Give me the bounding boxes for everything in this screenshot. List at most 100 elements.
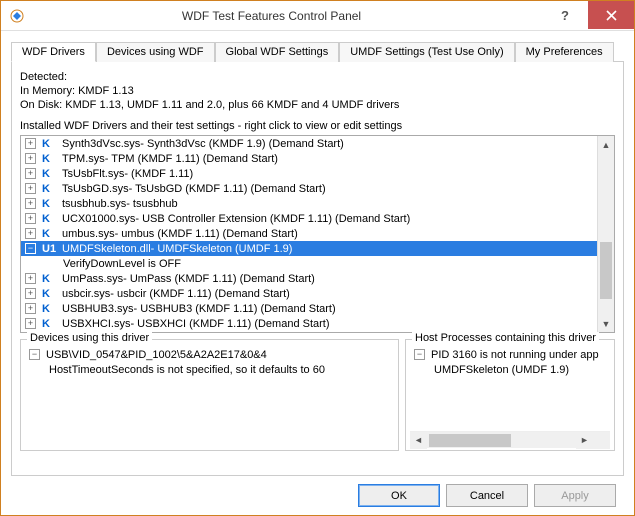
scroll-thumb[interactable] (600, 242, 612, 299)
host-processes-group: Host Processes containing this driver − … (405, 339, 615, 451)
detected-line: Detected: (20, 70, 615, 84)
tree-row[interactable]: − USB\VID_0547&PID_1002\5&A2A2E17&0&4 (27, 348, 392, 363)
vertical-scrollbar[interactable]: ▲ ▼ (597, 136, 614, 332)
ok-button[interactable]: OK (358, 484, 440, 507)
driver-text: VerifyDownLevel is OFF (63, 258, 181, 270)
driver-type-badge: K (42, 288, 62, 300)
driver-type-badge: K (42, 303, 62, 315)
expand-icon[interactable]: + (25, 168, 36, 179)
driver-type-badge: K (42, 318, 62, 330)
tree-row[interactable]: −U1UMDFSkeleton.dll- UMDFSkeleton (UMDF … (21, 241, 597, 256)
tab-devices-using-wdf[interactable]: Devices using WDF (96, 42, 215, 62)
devices-tree[interactable]: − USB\VID_0547&PID_1002\5&A2A2E17&0&4 Ho… (27, 346, 392, 446)
scroll-thumb-h[interactable] (429, 434, 511, 447)
device-detail: HostTimeoutSeconds is not specified, so … (49, 363, 325, 378)
tab-strip: WDF Drivers Devices using WDF Global WDF… (11, 41, 624, 62)
driver-type-badge: K (42, 183, 62, 195)
driver-text: usbcir.sys- usbcir (KMDF 1.11) (Demand S… (62, 288, 290, 300)
expand-icon[interactable]: + (25, 288, 36, 299)
tree-row[interactable]: + Kusbcir.sys- usbcir (KMDF 1.11) (Demand… (21, 286, 597, 301)
tab-wdf-drivers[interactable]: WDF Drivers (11, 42, 96, 62)
driver-text: tsusbhub.sys- tsusbhub (62, 198, 178, 210)
scroll-up-button[interactable]: ▲ (598, 136, 614, 153)
caption-buttons: ? (542, 1, 634, 30)
tree-row[interactable]: + KUSBXHCI.sys- USBXHCI (KMDF 1.11) (Dema… (21, 316, 597, 331)
hosts-tree[interactable]: − PID 3160 is not running under app UMDF… (412, 346, 608, 428)
scroll-down-button[interactable]: ▼ (598, 315, 614, 332)
apply-button: Apply (534, 484, 616, 507)
scroll-right-button[interactable]: ► (576, 432, 593, 449)
devices-legend: Devices using this driver (27, 332, 152, 344)
titlebar[interactable]: WDF Test Features Control Panel ? (1, 1, 634, 31)
expand-icon[interactable]: + (25, 213, 36, 224)
scroll-corner (593, 432, 610, 449)
host-line: PID 3160 is not running under app (431, 348, 599, 363)
tree-row[interactable]: + KTsUsbGD.sys- TsUsbGD (KMDF 1.11) (Dema… (21, 181, 597, 196)
devices-group: Devices using this driver − USB\VID_0547… (20, 339, 399, 451)
hosts-legend: Host Processes containing this driver (412, 332, 599, 344)
detected-line: In Memory: KMDF 1.13 (20, 84, 615, 98)
expand-icon[interactable]: + (25, 303, 36, 314)
driver-type-badge: K (42, 168, 62, 180)
driver-tree-rows: +KSynth3dVsc.sys- Synth3dVsc (KMDF 1.9) … (21, 136, 597, 332)
driver-text: TsUsbFlt.sys- (KMDF 1.11) (62, 168, 193, 180)
expand-icon[interactable]: + (25, 273, 36, 284)
tab-panel: Detected: In Memory: KMDF 1.13 On Disk: … (11, 62, 624, 476)
tree-row[interactable]: HostTimeoutSeconds is not specified, so … (27, 363, 392, 378)
tree-row[interactable]: + KUCX01000.sys- USB Controller Extension… (21, 211, 597, 226)
scroll-track[interactable] (598, 153, 614, 315)
driver-type-badge: K (42, 273, 62, 285)
expand-icon[interactable]: + (25, 198, 36, 209)
tree-row[interactable]: + KTsUsbFlt.sys- (KMDF 1.11) (21, 166, 597, 181)
tree-row[interactable]: + KSynth3dVsc.sys- Synth3dVsc (KMDF 1.9) … (21, 136, 597, 151)
help-button[interactable]: ? (542, 1, 588, 29)
driver-type-badge: U1 (42, 243, 62, 255)
driver-text: UMDFSkeleton.dll- UMDFSkeleton (UMDF 1.9… (62, 243, 292, 255)
window-frame: WDF Test Features Control Panel ? WDF Dr… (0, 0, 635, 516)
detected-block: Detected: In Memory: KMDF 1.13 On Disk: … (20, 70, 615, 112)
cancel-button[interactable]: Cancel (446, 484, 528, 507)
driver-text: Synth3dVsc.sys- Synth3dVsc (KMDF 1.9) (D… (62, 138, 344, 150)
expand-icon[interactable]: + (25, 318, 36, 329)
horizontal-scrollbar[interactable]: ◄ ► (410, 431, 610, 448)
driver-type-badge: K (42, 213, 62, 225)
driver-text: TsUsbGD.sys- TsUsbGD (KMDF 1.11) (Demand… (62, 183, 326, 195)
driver-text: umbus.sys- umbus (KMDF 1.11) (Demand Sta… (62, 228, 298, 240)
scroll-left-button[interactable]: ◄ (410, 432, 427, 449)
expand-icon[interactable]: + (25, 138, 36, 149)
close-button[interactable] (588, 1, 634, 29)
driver-text: UCX01000.sys- USB Controller Extension (… (62, 213, 410, 225)
tree-row[interactable]: UMDFSkeleton (UMDF 1.9) (412, 363, 608, 378)
driver-type-badge: K (42, 228, 62, 240)
collapse-icon[interactable]: − (25, 243, 36, 254)
client-area: WDF Drivers Devices using WDF Global WDF… (1, 31, 634, 515)
driver-text: USBXHCI.sys- USBXHCI (KMDF 1.11) (Demand… (62, 318, 330, 330)
collapse-icon[interactable]: − (414, 349, 425, 360)
tree-row[interactable]: + KUmPass.sys- UmPass (KMDF 1.11) (Demand… (21, 271, 597, 286)
tree-row[interactable]: + Kumbus.sys- umbus (KMDF 1.11) (Demand S… (21, 226, 597, 241)
scroll-track-h[interactable] (427, 432, 576, 449)
host-line: UMDFSkeleton (UMDF 1.9) (434, 363, 569, 378)
tab-umdf-settings[interactable]: UMDF Settings (Test Use Only) (339, 42, 514, 62)
expand-icon[interactable]: + (25, 228, 36, 239)
detected-line: On Disk: KMDF 1.13, UMDF 1.11 and 2.0, p… (20, 98, 615, 112)
driver-text: USBHUB3.sys- USBHUB3 (KMDF 1.11) (Demand… (62, 303, 336, 315)
driver-text: UmPass.sys- UmPass (KMDF 1.11) (Demand S… (62, 273, 315, 285)
driver-type-badge: K (42, 138, 62, 150)
tree-row[interactable]: + Ktsusbhub.sys- tsusbhub (21, 196, 597, 211)
driver-tree[interactable]: +KSynth3dVsc.sys- Synth3dVsc (KMDF 1.9) … (20, 135, 615, 333)
device-id: USB\VID_0547&PID_1002\5&A2A2E17&0&4 (46, 348, 267, 363)
driver-type-badge: K (42, 153, 62, 165)
tree-row[interactable]: VerifyDownLevel is OFF (21, 256, 597, 271)
driver-type-badge: K (42, 198, 62, 210)
tab-my-preferences[interactable]: My Preferences (515, 42, 614, 62)
tree-row[interactable]: + KUSBHUB3.sys- USBHUB3 (KMDF 1.11) (Dema… (21, 301, 597, 316)
expand-icon[interactable]: + (25, 153, 36, 164)
tree-row[interactable]: + KTPM.sys- TPM (KMDF 1.11) (Demand Start… (21, 151, 597, 166)
driver-text: TPM.sys- TPM (KMDF 1.11) (Demand Start) (62, 153, 278, 165)
tree-row[interactable]: − PID 3160 is not running under app (412, 348, 608, 363)
collapse-icon[interactable]: − (29, 349, 40, 360)
window-title: WDF Test Features Control Panel (1, 9, 542, 23)
expand-icon[interactable]: + (25, 183, 36, 194)
tab-global-wdf-settings[interactable]: Global WDF Settings (215, 42, 340, 62)
